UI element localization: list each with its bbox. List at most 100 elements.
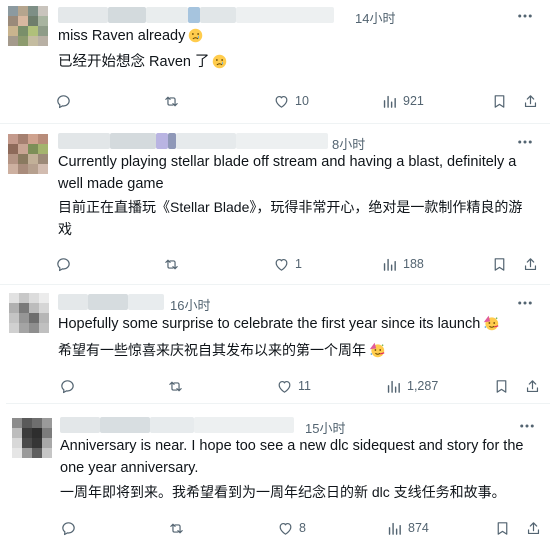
reply-button[interactable]	[59, 376, 81, 396]
post-translation: 一周年即将到来。我希望看到为一周年纪念日的新 dlc 支线任务和故事。	[60, 481, 506, 503]
share-button[interactable]	[524, 376, 541, 396]
view-count: 874	[408, 521, 429, 535]
post-translation: 目前正在直播玩《Stellar Blade》，玩得非常开心，绝对是一款制作精良的…	[58, 196, 522, 240]
views-button[interactable]: 921	[381, 91, 424, 111]
bookmark-button[interactable]	[491, 91, 508, 111]
avatar[interactable]	[8, 6, 48, 46]
reply-button[interactable]	[55, 91, 77, 111]
more-options-icon[interactable]	[516, 7, 534, 25]
post-text-line: Currently playing stellar blade off stre…	[58, 154, 517, 170]
analytics-icon	[388, 522, 401, 535]
bookmark-button[interactable]	[493, 376, 510, 396]
translation-line: 目前正在直播玩《Stellar Blade》，玩得非常开心，绝对是一款制作精良的…	[58, 199, 523, 215]
post-actions: 1 188	[0, 254, 550, 274]
post-4[interactable]: 15小时 Anniversary is near. I hope too see…	[0, 404, 550, 545]
translation-line: 已经开始想念 Raven 了	[58, 54, 210, 70]
repost-icon	[165, 96, 178, 106]
avatar[interactable]	[12, 418, 52, 458]
post-actions: 8 874	[0, 518, 550, 538]
reply-icon	[57, 257, 70, 271]
post-timestamp[interactable]: 16小时	[170, 295, 210, 314]
translation-line: 一周年即将到来。我希望看到为一周年纪念日的新 dlc 支线任务和故事。	[60, 484, 506, 500]
like-button[interactable]: 8	[277, 518, 306, 538]
post-3[interactable]: 16小时 Hopefully some surprise to celebrat…	[0, 285, 550, 402]
bookmark-icon	[496, 379, 507, 393]
post-text-line: miss Raven already	[58, 28, 186, 44]
avatar[interactable]	[9, 293, 49, 333]
author-name-blurred[interactable]	[58, 132, 328, 150]
heart-icon	[279, 522, 292, 535]
analytics-icon	[387, 380, 400, 393]
bookmark-icon	[497, 521, 508, 535]
like-count: 10	[295, 94, 309, 108]
post-text: Currently playing stellar blade off stre…	[58, 151, 516, 195]
like-count: 8	[299, 521, 306, 535]
heart-icon	[275, 258, 288, 271]
repost-icon	[165, 259, 178, 269]
views-button[interactable]: 1,287	[385, 376, 438, 396]
post-text-line: Anniversary is near. I hope too see a ne…	[60, 438, 524, 454]
like-button[interactable]: 11	[276, 376, 311, 396]
bookmark-button[interactable]	[491, 254, 508, 274]
share-button[interactable]	[525, 518, 542, 538]
analytics-icon	[383, 258, 396, 271]
like-button[interactable]: 1	[273, 254, 302, 274]
post-actions: 11 1,287	[0, 376, 550, 396]
post-actions: 10 921	[0, 91, 550, 111]
views-button[interactable]: 874	[386, 518, 429, 538]
repost-button[interactable]	[163, 254, 185, 274]
post-translation: 希望有一些惊喜来庆祝自其发布以来的第一个周年	[58, 339, 385, 364]
party-face-emoji	[483, 315, 499, 338]
sad-tear-emoji	[212, 54, 227, 76]
repost-button[interactable]	[163, 91, 185, 111]
reply-button[interactable]	[55, 254, 77, 274]
author-name-blurred[interactable]	[58, 6, 334, 24]
like-button[interactable]: 10	[273, 91, 309, 111]
translation-line: 戏	[58, 221, 72, 237]
view-count: 921	[403, 94, 424, 108]
view-count: 1,287	[407, 379, 439, 393]
share-icon	[526, 379, 539, 392]
repost-icon	[170, 523, 183, 533]
like-count: 1	[295, 257, 302, 271]
author-name-blurred[interactable]	[60, 416, 294, 434]
repost-button[interactable]	[168, 518, 190, 538]
analytics-icon	[383, 95, 396, 108]
post-2[interactable]: 8小时 Currently playing stellar blade off …	[0, 124, 550, 283]
reply-button[interactable]	[60, 518, 82, 538]
share-icon	[527, 521, 540, 534]
view-count: 188	[403, 257, 424, 271]
post-timestamp[interactable]: 14小时	[355, 8, 395, 27]
post-translation: 已经开始想念 Raven 了	[58, 51, 227, 76]
like-count: 11	[298, 379, 311, 393]
post-text-line: well made game	[58, 176, 164, 192]
post-1[interactable]: 14小时 miss Raven already 已经开始想念 Raven 了 1…	[0, 0, 550, 122]
sad-tear-emoji	[188, 28, 203, 50]
reply-icon	[61, 379, 74, 393]
more-options-icon[interactable]	[516, 294, 534, 312]
author-name-blurred[interactable]	[58, 293, 164, 311]
reply-icon	[62, 521, 75, 535]
share-button[interactable]	[522, 91, 539, 111]
post-text-line: Hopefully some surprise to celebrate the…	[58, 316, 481, 332]
more-options-icon[interactable]	[518, 417, 536, 435]
party-face-emoji	[369, 342, 385, 364]
share-icon	[524, 94, 537, 107]
bookmark-icon	[494, 94, 505, 108]
bookmark-icon	[494, 257, 505, 271]
avatar[interactable]	[8, 134, 48, 174]
repost-icon	[169, 381, 182, 391]
share-button[interactable]	[522, 254, 539, 274]
heart-icon	[278, 380, 291, 393]
post-text: Hopefully some surprise to celebrate the…	[58, 313, 499, 338]
bookmark-button[interactable]	[494, 518, 511, 538]
repost-button[interactable]	[167, 376, 189, 396]
heart-icon	[275, 95, 288, 108]
post-text: miss Raven already	[58, 25, 203, 50]
post-text-line: one year anniversary.	[60, 460, 199, 476]
reply-icon	[57, 94, 70, 108]
translation-line: 希望有一些惊喜来庆祝自其发布以来的第一个周年	[58, 342, 366, 358]
post-text: Anniversary is near. I hope too see a ne…	[60, 435, 523, 479]
more-options-icon[interactable]	[516, 133, 534, 151]
views-button[interactable]: 188	[381, 254, 424, 274]
